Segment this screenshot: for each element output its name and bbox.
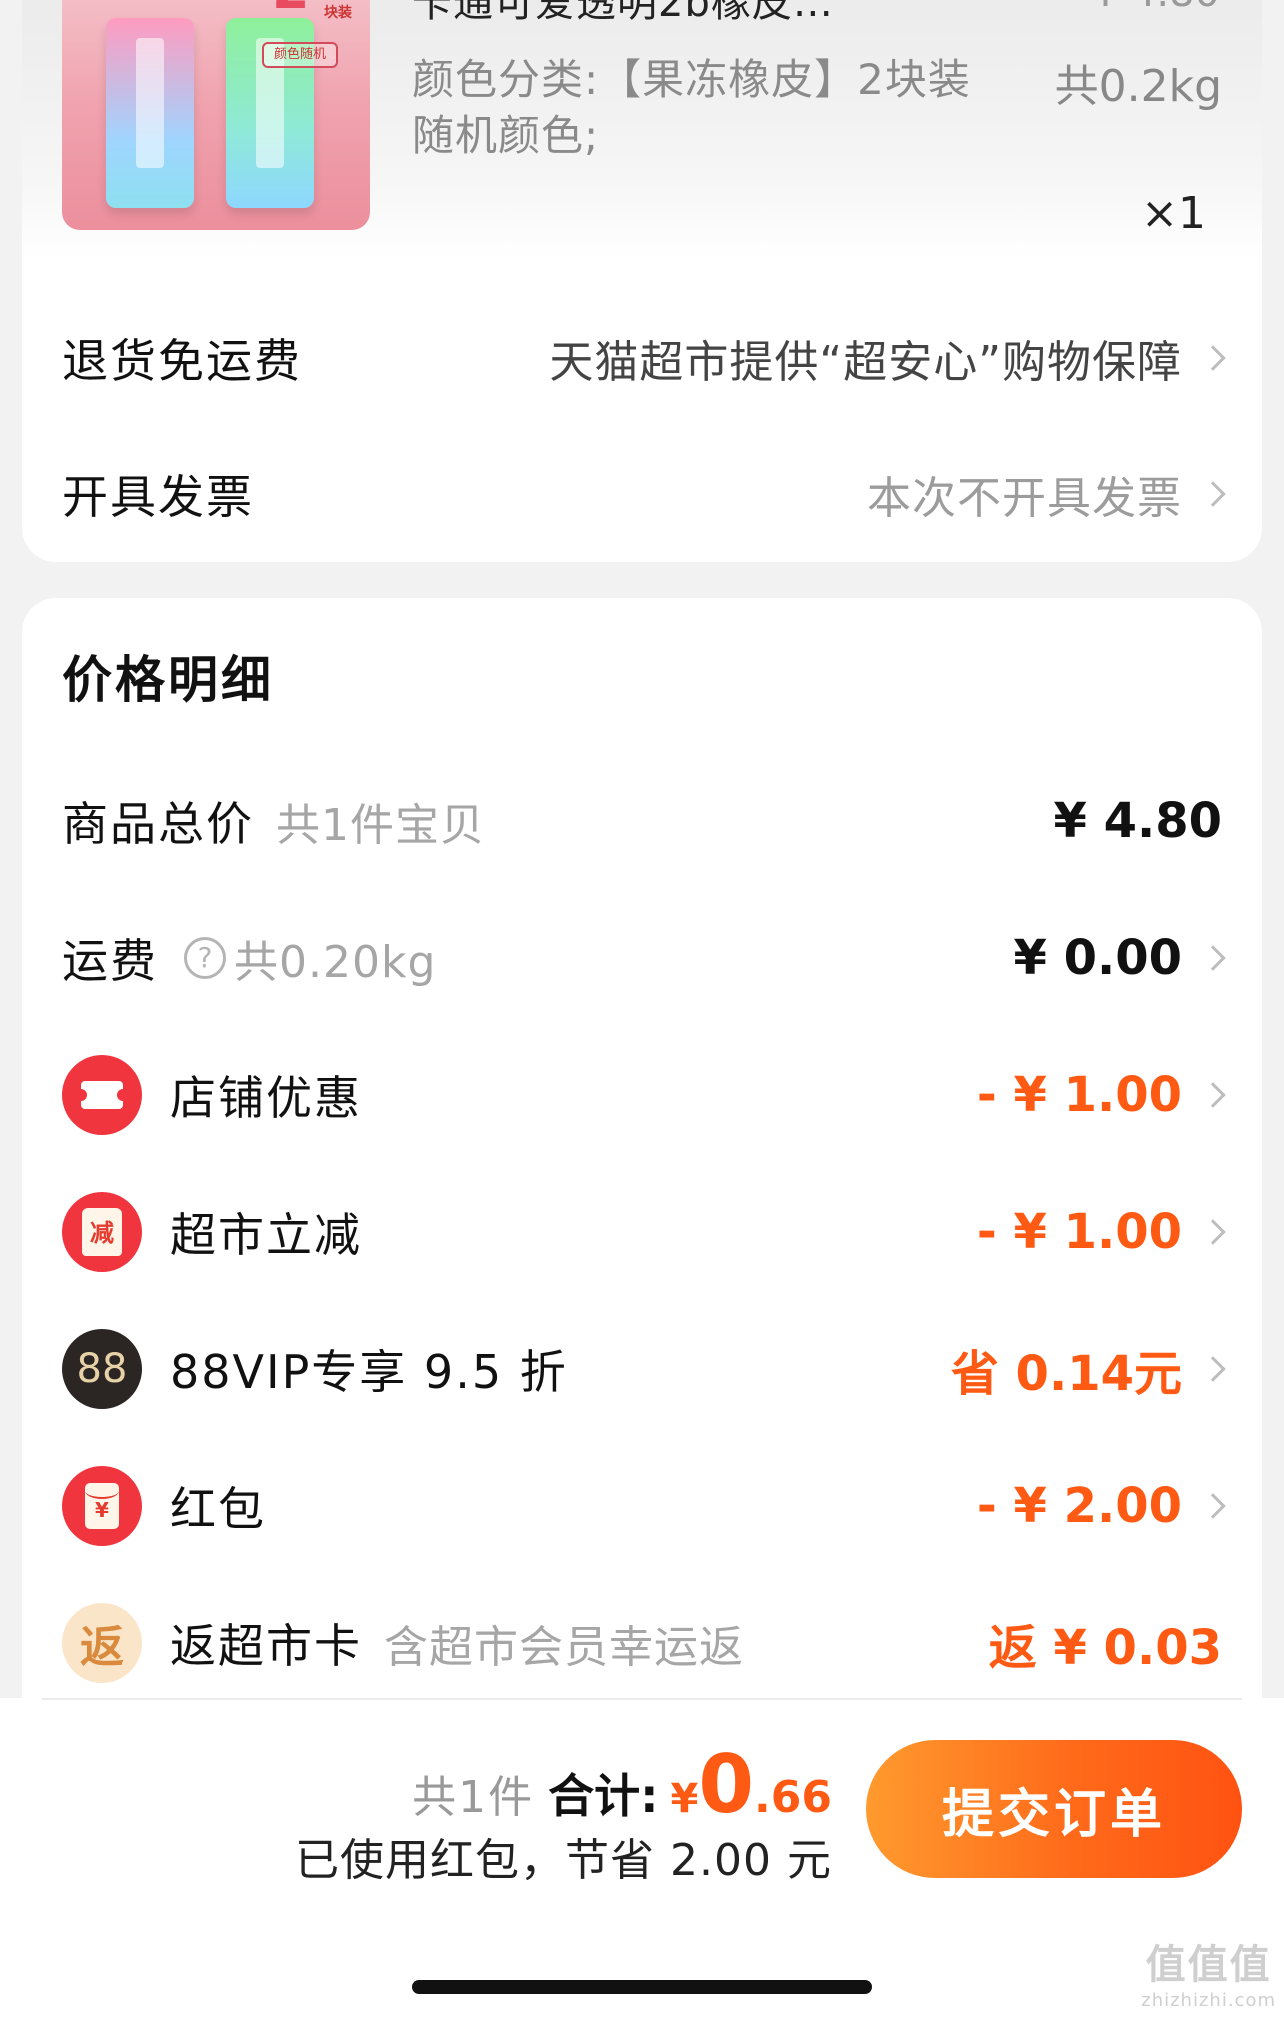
product-thumbnail[interactable]: 2 块装 颜色随机	[62, 0, 370, 230]
item-count: 共1件	[412, 1772, 535, 1823]
store-discount-row[interactable]: 店铺优惠 - ¥ 1.00	[62, 1050, 1226, 1140]
coupon-icon	[62, 1055, 142, 1135]
rebate-amount: 返 ¥ 0.03	[988, 1620, 1222, 1676]
instant-discount-icon: 减	[62, 1192, 142, 1272]
instant-discount-row[interactable]: 减 超市立减 - ¥ 1.00	[62, 1187, 1226, 1277]
store-discount-label: 店铺优惠	[170, 1071, 362, 1125]
invoice-row[interactable]: 开具发票 本次不开具发票	[62, 454, 1226, 534]
invoice-value: 本次不开具发票	[867, 473, 1182, 524]
watermark: 值值值 zhizhizhi.com	[1141, 1932, 1276, 2011]
shipping-weight-note: 共0.20kg	[234, 937, 437, 988]
red-envelope-icon: ¥	[62, 1466, 142, 1546]
vip-discount-row[interactable]: 88 88VIP专享 9.5 折 省 0.14元	[62, 1324, 1226, 1414]
store-discount-amount: - ¥ 1.00	[976, 1067, 1182, 1123]
red-envelope-row[interactable]: ¥ 红包 - ¥ 2.00	[62, 1461, 1226, 1551]
product-weight: 共0.2kg	[1054, 61, 1222, 112]
product-price: ¥ 4.80	[1093, 0, 1220, 16]
checkout-bar-divider	[42, 1698, 1242, 1700]
chevron-right-icon	[1200, 945, 1226, 971]
subtotal-row: 商品总价 共1件宝贝 ¥ 4.80	[62, 776, 1222, 866]
invoice-label: 开具发票	[62, 470, 254, 524]
product-sku[interactable]: 颜色分类:【果冻橡皮】2块装 随机颜色;	[412, 52, 972, 164]
checkout-page: 2 块装 颜色随机 卡通可爱透明2b橡皮… ¥ 4.80 颜色分类:【果冻橡皮】…	[0, 0, 1284, 2020]
chevron-right-icon	[1200, 1493, 1226, 1519]
chevron-right-icon	[1200, 1082, 1226, 1108]
return-shipping-value: 天猫超市提供“超安心”购物保障	[549, 337, 1182, 388]
return-shipping-row[interactable]: 退货免运费 天猫超市提供“超安心”购物保障	[62, 318, 1226, 398]
subtotal-label: 商品总价	[62, 797, 254, 851]
red-envelope-icon-glyph: ¥	[85, 1483, 119, 1529]
chevron-right-icon	[1200, 1219, 1226, 1245]
watermark-logo: 值值值	[1145, 1942, 1272, 1988]
chevron-right-icon	[1200, 1356, 1226, 1382]
subtotal-note: 共1件宝贝	[276, 800, 485, 851]
thumbnail-badge-text: 块装	[324, 5, 352, 21]
total-label: 合计:	[548, 1769, 659, 1823]
savings-text: 已使用红包，节省 2.00 元	[295, 1835, 832, 1886]
vip-discount-amount: 省 0.14元	[950, 1346, 1182, 1402]
red-envelope-amount: - ¥ 2.00	[976, 1478, 1182, 1534]
subtotal-amount: ¥ 4.80	[1053, 793, 1222, 849]
shipping-amount: ¥ 0.00	[1013, 930, 1182, 986]
vip-88-icon: 88	[62, 1329, 142, 1409]
rebate-note: 含超市会员幸运返	[384, 1622, 744, 1673]
rebate-row: 返 返超市卡 含超市会员幸运返 返 ¥ 0.03	[62, 1598, 1222, 1688]
thumbnail-badge-tag: 颜色随机	[262, 42, 339, 68]
red-envelope-label: 红包	[170, 1482, 266, 1536]
chevron-right-icon	[1200, 481, 1226, 507]
rebate-icon: 返	[62, 1603, 142, 1683]
shipping-row[interactable]: 运费 ? 共0.20kg ¥ 0.00	[62, 913, 1226, 1003]
thumbnail-badge-number: 2	[272, 0, 370, 20]
price-detail-title: 价格明细	[62, 651, 274, 709]
product-quantity: ×1	[1141, 188, 1206, 239]
order-total-summary: 共1件 合计: ¥0.66	[412, 1738, 832, 1831]
instant-discount-label: 超市立减	[170, 1208, 362, 1262]
submit-order-button[interactable]: 提交订单	[866, 1740, 1242, 1878]
product-title[interactable]: 卡通可爱透明2b橡皮…	[412, 0, 972, 28]
vip-discount-label: 88VIP专享 9.5 折	[170, 1345, 568, 1399]
rebate-label: 返超市卡	[170, 1619, 362, 1673]
help-icon[interactable]: ?	[184, 937, 226, 979]
total-amount-integer: 0	[698, 1738, 755, 1831]
instant-discount-icon-glyph: 减	[82, 1208, 122, 1256]
total-amount-decimal: .66	[754, 1772, 832, 1823]
shipping-label: 运费	[62, 934, 158, 988]
home-indicator[interactable]	[412, 1980, 872, 1994]
watermark-url: zhizhizhi.com	[1141, 1990, 1276, 2011]
eraser-image-pink	[106, 18, 194, 208]
total-currency: ¥	[670, 1776, 699, 1822]
chevron-right-icon	[1200, 345, 1226, 371]
return-shipping-label: 退货免运费	[62, 334, 302, 388]
instant-discount-amount: - ¥ 1.00	[976, 1204, 1182, 1260]
